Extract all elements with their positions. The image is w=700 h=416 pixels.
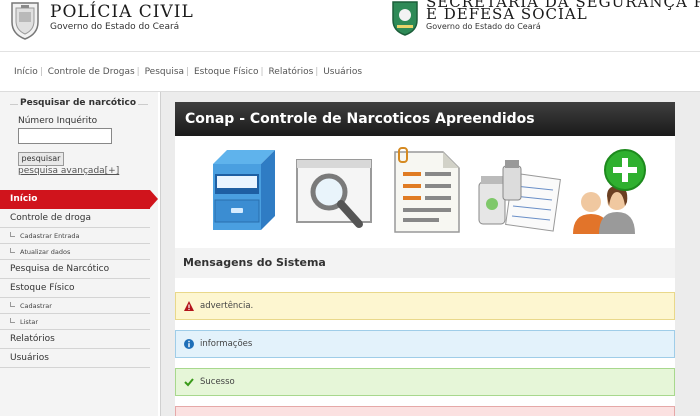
search-legend: Pesquisar de narcótico: [18, 98, 139, 108]
nav-relatorios[interactable]: Relatórios: [268, 67, 313, 77]
warning-icon: [184, 301, 194, 311]
sidebar-menu: Início Controle de droga Cadastrar Entra…: [0, 190, 158, 368]
site-header: POLÍCIA CIVIL Governo do Estado do Ceará…: [0, 0, 700, 52]
brand-subtitle: Governo do Estado do Ceará: [50, 22, 180, 32]
sidebar-item-usuarios[interactable]: Usuários: [0, 349, 150, 368]
nav-inicio[interactable]: Início: [14, 67, 38, 77]
nav-controle-drogas[interactable]: Controle de Drogas: [48, 67, 135, 77]
sidebar-subitem-cadastrar-entrada[interactable]: Cadastrar Entrada: [0, 228, 150, 244]
subitem-label: Cadastrar Entrada: [20, 232, 80, 240]
add-users-icon[interactable]: [567, 146, 647, 236]
warning-alert: advertência.: [175, 292, 675, 320]
nav-separator: |: [260, 67, 264, 77]
top-navigation: Início | Controle de Drogas | Pesquisa | Es…: [0, 52, 700, 92]
nav-separator: |: [136, 67, 140, 77]
sidebar-item-estoque-fisico[interactable]: Estoque Físico: [0, 279, 150, 298]
nav-pesquisa[interactable]: Pesquisa: [145, 67, 184, 77]
narcotic-search-form: Pesquisar de narcótico Número Inquérito …: [10, 98, 148, 180]
inquerito-input[interactable]: [18, 128, 112, 144]
nav-estoque-fisico[interactable]: Estoque Físico: [194, 67, 259, 77]
nav-links: Início | Controle de Drogas | Pesquisa | Es…: [14, 67, 362, 77]
main-area: Conap - Controle de Narcoticos Apreendid…: [160, 92, 700, 416]
subitem-label: Cadastrar: [20, 302, 52, 310]
subitem-tick-icon: [10, 232, 15, 237]
content-panel: Conap - Controle de Narcoticos Apreendid…: [175, 102, 675, 416]
success-text: Sucesso: [200, 377, 235, 387]
warning-text: advertência.: [200, 301, 254, 311]
subitem-label: Atualizar dados: [20, 248, 71, 256]
nav-separator: |: [186, 67, 190, 77]
policia-civil-badge-icon: [11, 2, 39, 40]
secretaria-subtitle: Governo do Estado do Ceará: [426, 22, 541, 31]
sidebar-item-controle-droga[interactable]: Controle de droga: [0, 209, 150, 228]
subitem-label: Listar: [20, 318, 39, 326]
subitem-tick-icon: [10, 318, 15, 323]
sidebar-item-inicio[interactable]: Início: [0, 190, 158, 209]
sidebar-item-pesquisa-narcotico[interactable]: Pesquisa de Narcótico: [0, 260, 150, 279]
info-icon: [184, 339, 194, 349]
pharmacy-chart-icon[interactable]: [475, 146, 561, 236]
page-title: Conap - Controle de Narcoticos Apreendid…: [175, 102, 675, 136]
nav-separator: |: [39, 67, 43, 77]
subitem-tick-icon: [10, 248, 15, 253]
success-alert: Sucesso: [175, 368, 675, 396]
sidebar: Pesquisar de narcótico Número Inquérito …: [0, 92, 158, 416]
checkmark-icon: [184, 378, 194, 387]
sidebar-subitem-atualizar-dados[interactable]: Atualizar dados: [0, 244, 150, 260]
quick-access-icons: [175, 142, 675, 242]
report-document-icon[interactable]: [385, 146, 465, 236]
sidebar-subitem-cadastrar[interactable]: Cadastrar: [0, 298, 150, 314]
info-text: informações: [200, 339, 253, 349]
advanced-search-link[interactable]: pesquisa avançada[+]: [18, 166, 119, 176]
nav-usuarios[interactable]: Usuários: [323, 67, 362, 77]
search-button[interactable]: pesquisar: [18, 152, 64, 166]
inquerito-label: Número Inquérito: [18, 116, 98, 126]
info-alert: informações: [175, 330, 675, 358]
nav-separator: |: [315, 67, 319, 77]
error-alert: [175, 406, 675, 416]
brand-title: POLÍCIA CIVIL: [50, 2, 194, 22]
system-messages-header: Mensagens do Sistema: [175, 248, 675, 278]
file-cabinet-icon[interactable]: [203, 146, 279, 236]
subitem-tick-icon: [10, 302, 15, 307]
page: POLÍCIA CIVIL Governo do Estado do Ceará…: [0, 0, 700, 416]
sidebar-item-relatorios[interactable]: Relatórios: [0, 330, 150, 349]
sidebar-subitem-listar[interactable]: Listar: [0, 314, 150, 330]
state-coat-of-arms-icon: [392, 1, 418, 36]
search-magnifier-icon[interactable]: [293, 146, 377, 236]
secretaria-title-line2: E DEFESA SOCIAL: [426, 5, 588, 23]
